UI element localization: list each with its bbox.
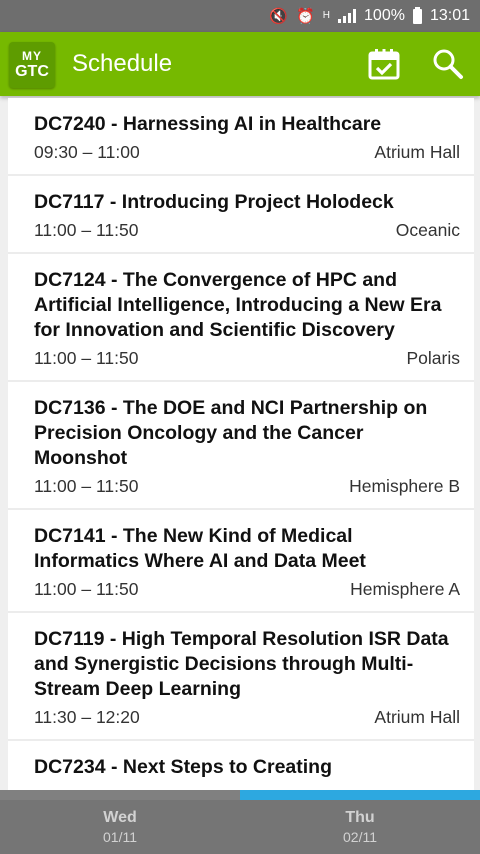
alarm-icon: ⏰	[296, 7, 315, 25]
session-room: Oceanic	[395, 220, 460, 240]
tab-wed[interactable]: Wed 01/11	[0, 800, 240, 854]
app-bar: MY GTC Schedule	[0, 32, 480, 96]
app-logo[interactable]: MY GTC	[9, 42, 55, 88]
tab-date: 02/11	[343, 829, 377, 846]
session-room: Atrium Hall	[374, 142, 460, 162]
tab-date: 01/11	[103, 829, 137, 846]
battery-percent: 100%	[364, 7, 405, 24]
session-room: Polaris	[406, 348, 461, 368]
battery-icon	[412, 6, 422, 24]
session-title: DC7240 - Harnessing AI in Healthcare	[34, 113, 382, 135]
tab-day: Thu	[345, 809, 375, 826]
session-time: 11:00 – 11:50	[34, 220, 139, 240]
day-tab-bar: Wed 01/11 Thu 02/11	[0, 800, 480, 854]
session-item[interactable]: DC7119 - High Temporal Resolution ISR Da…	[8, 613, 474, 741]
session-title: DC7117 - Introducing Project Holodeck	[34, 191, 394, 213]
tab-indicator	[0, 790, 480, 800]
search-icon	[433, 49, 463, 79]
session-title: DC7124 - The Convergence of HPC and Arti…	[34, 269, 442, 341]
session-time: 11:00 – 11:50	[34, 579, 139, 599]
signal-icon	[338, 9, 357, 23]
session-title: DC7119 - High Temporal Resolution ISR Da…	[34, 628, 449, 700]
logo-text-gtc: GTC	[15, 63, 49, 80]
session-item[interactable]: DC7124 - The Convergence of HPC and Arti…	[8, 254, 474, 382]
status-bar: 🔇 ⏰ H 100% 13:01	[0, 0, 480, 32]
session-item[interactable]: DC7141 - The New Kind of Medical Informa…	[8, 510, 474, 613]
session-list[interactable]: DC7240 - Harnessing AI in Healthcare 09:…	[8, 98, 474, 792]
clock: 13:01	[429, 7, 470, 24]
mute-icon: 🔇	[269, 7, 289, 25]
session-room: Atrium Hall	[374, 707, 460, 727]
logo-text-my: MY	[22, 49, 42, 63]
my-schedule-button[interactable]	[364, 44, 404, 84]
page-title: Schedule	[72, 50, 173, 77]
session-room: Hemisphere B	[349, 476, 460, 496]
session-title: DC7141 - The New Kind of Medical Informa…	[34, 525, 366, 572]
calendar-check-icon	[368, 49, 400, 80]
search-button[interactable]	[428, 44, 468, 84]
session-title: DC7136 - The DOE and NCI Partnership on …	[34, 397, 428, 469]
session-item[interactable]: DC7240 - Harnessing AI in Healthcare 09:…	[8, 98, 474, 176]
network-type-icon: H	[322, 10, 331, 21]
tab-day: Wed	[103, 809, 137, 826]
session-time: 11:30 – 12:20	[34, 707, 140, 727]
session-time: 11:00 – 11:50	[34, 476, 139, 496]
session-title: DC7234 - Next Steps to Creating	[34, 756, 332, 778]
session-room: Hemisphere A	[350, 579, 460, 599]
session-item[interactable]: DC7117 - Introducing Project Holodeck 11…	[8, 176, 474, 254]
session-item[interactable]: DC7234 - Next Steps to Creating	[8, 741, 474, 792]
session-item[interactable]: DC7136 - The DOE and NCI Partnership on …	[8, 382, 474, 510]
session-time: 09:30 – 11:00	[34, 142, 140, 162]
tab-indicator-active	[240, 790, 480, 800]
session-time: 11:00 – 11:50	[34, 348, 139, 368]
tab-thu[interactable]: Thu 02/11	[240, 800, 480, 854]
